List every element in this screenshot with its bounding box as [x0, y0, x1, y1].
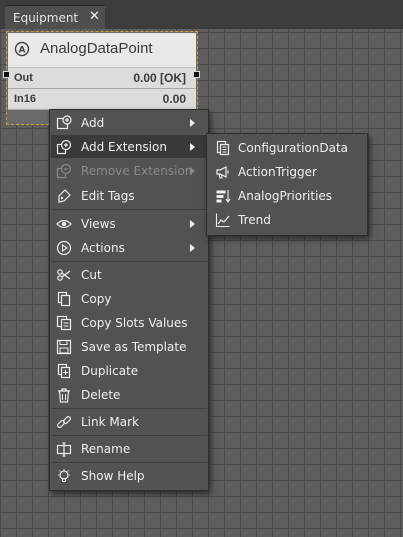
trend-chart-icon — [214, 211, 231, 228]
menu-divider — [51, 435, 207, 436]
priorities-icon — [214, 187, 231, 204]
link-handle-left[interactable] — [3, 71, 10, 78]
link-icon — [55, 413, 72, 430]
submenu-arrow-icon — [190, 167, 195, 175]
menu-item-label: Add Extension — [81, 140, 167, 154]
menu-item-cut[interactable]: Cut — [51, 263, 207, 286]
submenu-item-configuration-data[interactable]: ConfigurationData — [208, 136, 366, 159]
slot-value: 0.00 [OK] — [133, 71, 186, 85]
menu-item-label: Views — [81, 217, 116, 231]
menu-divider — [51, 462, 207, 463]
eye-icon — [55, 215, 72, 232]
rename-icon — [55, 440, 72, 457]
submenu-item-label: ConfigurationData — [238, 141, 349, 155]
remove-extension-icon — [55, 162, 72, 179]
submenu-item-label: ActionTrigger — [238, 165, 317, 179]
svg-text:A: A — [19, 46, 26, 56]
copy-icon — [55, 290, 72, 307]
context-menu: Add Add Extension Remove Extension Edit … — [49, 109, 209, 491]
menu-item-views[interactable]: Views — [51, 212, 207, 235]
lightbulb-icon — [55, 467, 72, 484]
megaphone-icon — [214, 163, 231, 180]
copy-slots-icon — [55, 314, 72, 331]
submenu-arrow-icon — [190, 119, 195, 127]
menu-item-label: Show Help — [81, 469, 145, 483]
menu-item-label: Actions — [81, 241, 125, 255]
widget-header: A AnalogDataPoint — [8, 33, 196, 68]
menu-item-add[interactable]: Add — [51, 111, 207, 134]
submenu-item-label: AnalogPriorities — [238, 189, 333, 203]
menu-item-label: Edit Tags — [81, 189, 135, 203]
submenu-arrow-icon — [190, 143, 195, 151]
submenu-arrow-icon — [190, 220, 195, 228]
edit-tags-icon — [55, 187, 72, 204]
slot-in16[interactable]: In16 0.00 — [8, 89, 196, 110]
menu-divider — [51, 408, 207, 409]
tab-label: Equipment — [13, 11, 79, 25]
menu-item-save-as-template[interactable]: Save as Template — [51, 335, 207, 358]
menu-item-label: Copy Slots Values — [81, 316, 188, 330]
menu-item-edit-tags[interactable]: Edit Tags — [51, 184, 207, 207]
menu-item-copy-slots-values[interactable]: Copy Slots Values — [51, 311, 207, 334]
add-extension-icon — [55, 138, 72, 155]
submenu-item-analog-priorities[interactable]: AnalogPriorities — [208, 184, 366, 207]
slot-name: Out — [14, 72, 33, 84]
menu-item-label: Add — [81, 116, 105, 130]
menu-item-remove-extension[interactable]: Remove Extension — [51, 159, 207, 182]
tab-equipment[interactable]: Equipment ✕ — [5, 5, 105, 30]
submenu-item-action-trigger[interactable]: ActionTrigger — [208, 160, 366, 183]
menu-item-add-extension[interactable]: Add Extension — [51, 135, 207, 158]
play-icon — [55, 239, 72, 256]
menu-item-label: Link Mark — [81, 415, 139, 429]
submenu-arrow-icon — [190, 244, 195, 252]
close-icon[interactable]: ✕ — [89, 9, 100, 24]
tab-bar: Equipment ✕ — [0, 0, 403, 30]
menu-item-label: Duplicate — [81, 364, 139, 378]
menu-item-label: Rename — [81, 442, 131, 456]
menu-item-label: Remove Extension — [81, 164, 193, 178]
menu-item-label: Delete — [81, 388, 121, 402]
configuration-data-icon — [214, 139, 231, 156]
menu-divider — [51, 261, 207, 262]
menu-item-show-help[interactable]: Show Help — [51, 464, 207, 487]
menu-item-label: Save as Template — [81, 340, 187, 354]
menu-divider — [51, 209, 207, 210]
add-icon — [55, 114, 72, 131]
analog-point-icon: A — [14, 41, 30, 57]
menu-item-duplicate[interactable]: Duplicate — [51, 359, 207, 382]
slot-value: 0.00 — [162, 92, 186, 106]
scissors-icon — [55, 266, 72, 283]
menu-item-link-mark[interactable]: Link Mark — [51, 410, 207, 433]
trash-icon — [55, 386, 72, 403]
slot-name: In16 — [14, 93, 37, 105]
submenu-item-label: Trend — [238, 213, 271, 227]
add-extension-submenu: ConfigurationData ActionTrigger AnalogPr… — [206, 133, 368, 236]
link-handle-right[interactable] — [193, 71, 200, 78]
save-template-icon — [55, 338, 72, 355]
menu-item-actions[interactable]: Actions — [51, 236, 207, 259]
slot-out[interactable]: Out 0.00 [OK] — [8, 68, 196, 89]
submenu-item-trend[interactable]: Trend — [208, 208, 366, 231]
menu-item-rename[interactable]: Rename — [51, 437, 207, 460]
menu-item-copy[interactable]: Copy — [51, 287, 207, 310]
menu-item-label: Cut — [81, 268, 102, 282]
menu-item-label: Copy — [81, 292, 112, 306]
widget-title: AnalogDataPoint — [40, 40, 153, 57]
duplicate-icon — [55, 362, 72, 379]
menu-item-delete[interactable]: Delete — [51, 383, 207, 406]
